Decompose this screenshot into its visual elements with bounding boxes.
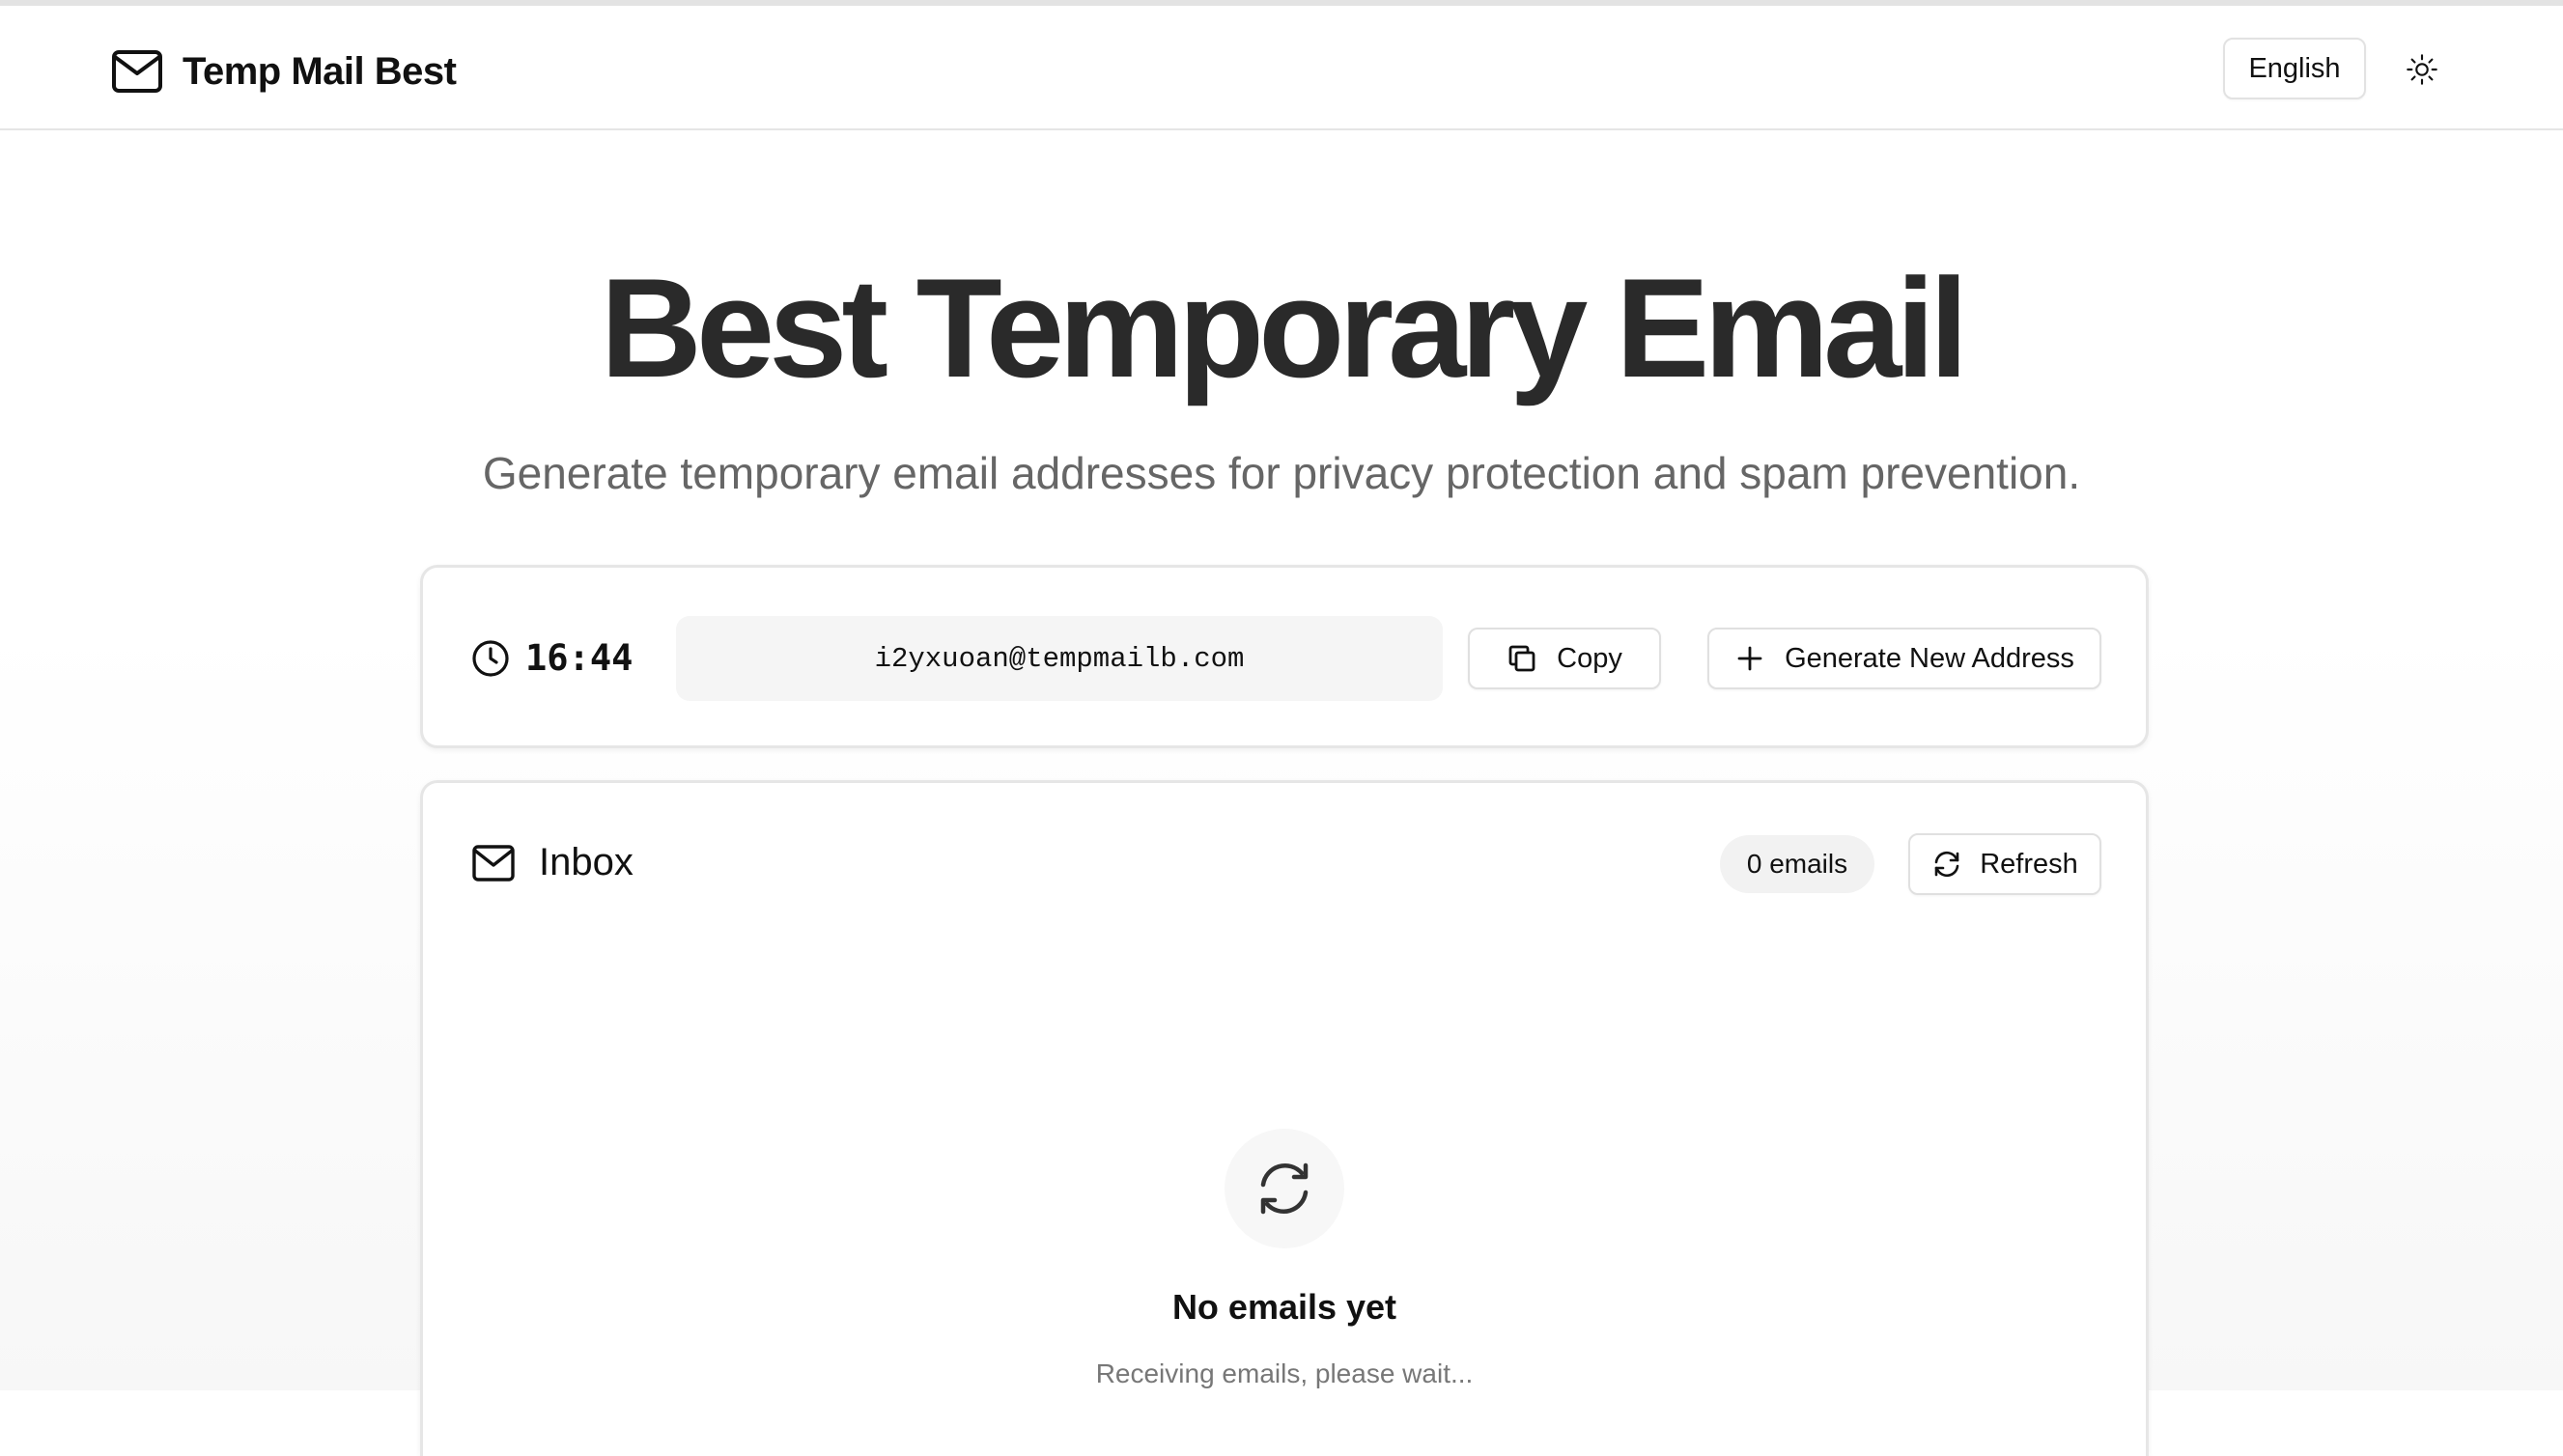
sun-icon bbox=[2407, 54, 2437, 85]
mail-icon bbox=[112, 50, 162, 93]
email-count-badge: 0 emails bbox=[1720, 835, 1874, 893]
refresh-icon bbox=[1260, 1162, 1309, 1215]
generate-button-label: Generate New Address bbox=[1785, 642, 2074, 674]
brand-name: Temp Mail Best bbox=[183, 49, 457, 93]
empty-state-subtitle: Receiving emails, please wait... bbox=[1095, 1358, 1474, 1388]
language-select-button[interactable]: English bbox=[2223, 38, 2366, 99]
page-title: Best Temporary Email bbox=[600, 249, 1969, 406]
inbox-header: Inbox bbox=[471, 841, 634, 884]
brand-logo[interactable]: Temp Mail Best bbox=[111, 44, 457, 98]
copy-button-label: Copy bbox=[1557, 642, 1622, 674]
empty-state-icon-wrap bbox=[1225, 1129, 1344, 1248]
timer-value: 16:44 bbox=[525, 637, 634, 679]
refresh-button-label: Refresh bbox=[1980, 848, 2078, 880]
expiry-timer: 16:44 bbox=[471, 637, 633, 679]
theme-toggle-button[interactable] bbox=[2401, 48, 2443, 91]
refresh-icon bbox=[1934, 851, 1959, 878]
address-card: 16:44 i2yxuoan@tempmailb.com Copy Genera… bbox=[420, 565, 2149, 748]
clock-icon bbox=[472, 639, 509, 677]
inbox-card: Inbox 0 emails Refresh No emails yet Rec… bbox=[420, 780, 2149, 1456]
page-subtitle: Generate temporary email addresses for p… bbox=[482, 448, 2081, 498]
site-header: Temp Mail Best English bbox=[0, 6, 2563, 130]
plus-icon bbox=[1737, 646, 1762, 671]
copy-icon bbox=[1508, 645, 1535, 672]
email-address-field[interactable]: i2yxuoan@tempmailb.com bbox=[676, 616, 1443, 701]
refresh-button[interactable]: Refresh bbox=[1908, 833, 2101, 895]
empty-state-title: No emails yet bbox=[1171, 1287, 1397, 1327]
generate-address-button[interactable]: Generate New Address bbox=[1707, 628, 2101, 689]
mail-icon bbox=[472, 844, 515, 882]
copy-button[interactable]: Copy bbox=[1468, 628, 1661, 689]
inbox-title: Inbox bbox=[539, 841, 634, 883]
